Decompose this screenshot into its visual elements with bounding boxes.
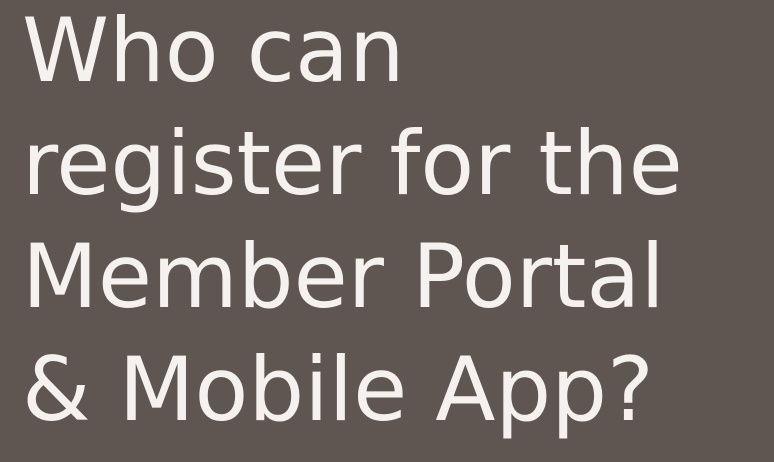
heading-line-3: Member Portal: [22, 225, 665, 328]
faq-card: Who can register for the Member Portal &…: [0, 0, 774, 462]
heading-line-4: & Mobile App?: [22, 338, 654, 441]
heading-line-1: Who can: [22, 0, 405, 102]
heading-line-2: register for the: [22, 112, 683, 215]
faq-question-heading: Who can register for the Member Portal &…: [22, 0, 683, 446]
